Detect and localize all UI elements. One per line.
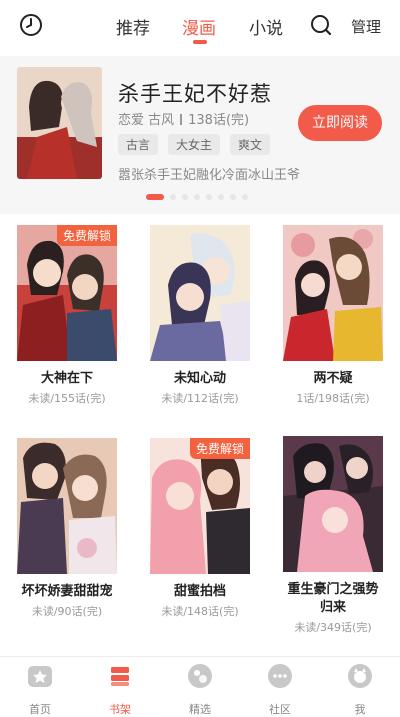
comic-progress: 未读/148话(完) — [161, 605, 239, 618]
featured-description: 嚣张杀手王妃融化冷面冰山王爷 — [118, 168, 301, 183]
featured-title[interactable]: 杀手王妃不好惹 — [118, 78, 272, 108]
comic-cover-image[interactable] — [283, 225, 383, 361]
tab-novels[interactable]: 小说 — [249, 14, 283, 39]
nav-community[interactable]: 社区 — [250, 663, 310, 717]
profile-cat-icon — [348, 664, 372, 688]
free-unlock-badge: 免费解锁 — [189, 438, 250, 459]
comic-progress: 未读/349话(完) — [294, 621, 372, 634]
active-tab-indicator — [193, 40, 207, 44]
comic-progress: 未读/90话(完) — [31, 605, 103, 618]
tab-comics[interactable]: 漫画 — [182, 14, 216, 39]
search-icon[interactable] — [309, 13, 333, 37]
comic-title[interactable]: 未知心动 — [150, 370, 250, 388]
comic-card[interactable]: 免费解锁 甜蜜拍档 未读/148话(完) — [150, 438, 250, 619]
comic-card[interactable]: 坏坏娇妻甜甜宠 未读/90话(完) — [17, 438, 117, 619]
carousel-dot[interactable] — [206, 194, 212, 200]
featured-genres: 恋爱 古风 — [118, 113, 175, 128]
bookshelf-icon — [111, 667, 129, 686]
nav-home[interactable]: 首页 — [10, 663, 70, 717]
carousel-dot[interactable] — [218, 194, 224, 200]
comic-cover-image[interactable] — [17, 438, 117, 574]
comic-cover-image[interactable] — [150, 225, 250, 361]
comic-cover-image[interactable]: 免费解锁 — [150, 438, 250, 574]
nav-label: 书架 — [109, 703, 131, 716]
featured-banner[interactable]: 杀手王妃不好惹 恋爱 古风 138话(完) 古言 大女主 爽文 立即阅读 嚣张杀手… — [0, 56, 400, 214]
carousel-indicator — [146, 194, 248, 200]
manage-button[interactable]: 管理 — [351, 16, 381, 37]
carousel-dot[interactable] — [242, 194, 248, 200]
top-bar: 推荐 漫画 小说 管理 — [0, 0, 400, 52]
nav-bookshelf[interactable]: 书架 — [90, 663, 150, 717]
comic-progress: 1话/198话(完) — [296, 392, 370, 405]
bottom-navigation: 首页 书架 精选 社区 我 — [0, 656, 400, 716]
carousel-dot[interactable] — [170, 194, 176, 200]
carousel-dot[interactable] — [146, 194, 164, 200]
tag: 古言 — [118, 134, 159, 155]
comic-cover-image[interactable] — [283, 436, 383, 572]
tag: 大女主 — [168, 134, 221, 155]
tab-recommend[interactable]: 推荐 — [116, 14, 150, 39]
comic-title[interactable]: 两不疑 — [283, 370, 383, 388]
featured-tags: 古言 大女主 爽文 — [118, 134, 271, 155]
carousel-dot[interactable] — [194, 194, 200, 200]
featured-episodes: 138话(完) — [188, 113, 250, 128]
comic-progress: 未读/112话(完) — [161, 392, 239, 405]
featured-cover-image[interactable] — [17, 67, 102, 179]
nav-label: 社区 — [269, 703, 291, 716]
nav-label: 我 — [354, 703, 366, 716]
comic-title[interactable]: 重生豪门之强势归来 — [283, 581, 383, 617]
nav-me[interactable]: 我 — [330, 663, 390, 717]
community-chat-icon — [268, 664, 292, 688]
comic-card[interactable]: 重生豪门之强势归来 未读/349话(完) — [283, 436, 383, 635]
comic-card[interactable]: 未知心动 未读/112话(完) — [150, 225, 250, 406]
nav-featured[interactable]: 精选 — [170, 663, 230, 717]
carousel-dot[interactable] — [182, 194, 188, 200]
comic-title[interactable]: 大神在下 — [17, 370, 117, 388]
nav-label: 首页 — [29, 703, 51, 716]
comic-title[interactable]: 甜蜜拍档 — [150, 583, 250, 601]
featured-icon — [188, 664, 212, 688]
carousel-dot[interactable] — [230, 194, 236, 200]
free-unlock-badge: 免费解锁 — [56, 225, 117, 246]
nav-label: 精选 — [189, 703, 211, 716]
tag: 爽文 — [230, 134, 271, 155]
comic-progress: 未读/155话(完) — [28, 392, 106, 405]
comic-cover-image[interactable]: 免费解锁 — [17, 225, 117, 361]
home-star-icon — [28, 666, 52, 687]
comic-title[interactable]: 坏坏娇妻甜甜宠 — [17, 583, 117, 601]
comic-card[interactable]: 两不疑 1话/198话(完) — [283, 225, 383, 406]
meta-separator — [180, 114, 183, 125]
history-clock-icon[interactable] — [19, 13, 43, 37]
featured-meta: 恋爱 古风 138话(完) — [118, 109, 249, 128]
read-now-button[interactable]: 立即阅读 — [298, 105, 382, 141]
comic-card[interactable]: 免费解锁 大神在下 未读/155话(完) — [17, 225, 117, 406]
